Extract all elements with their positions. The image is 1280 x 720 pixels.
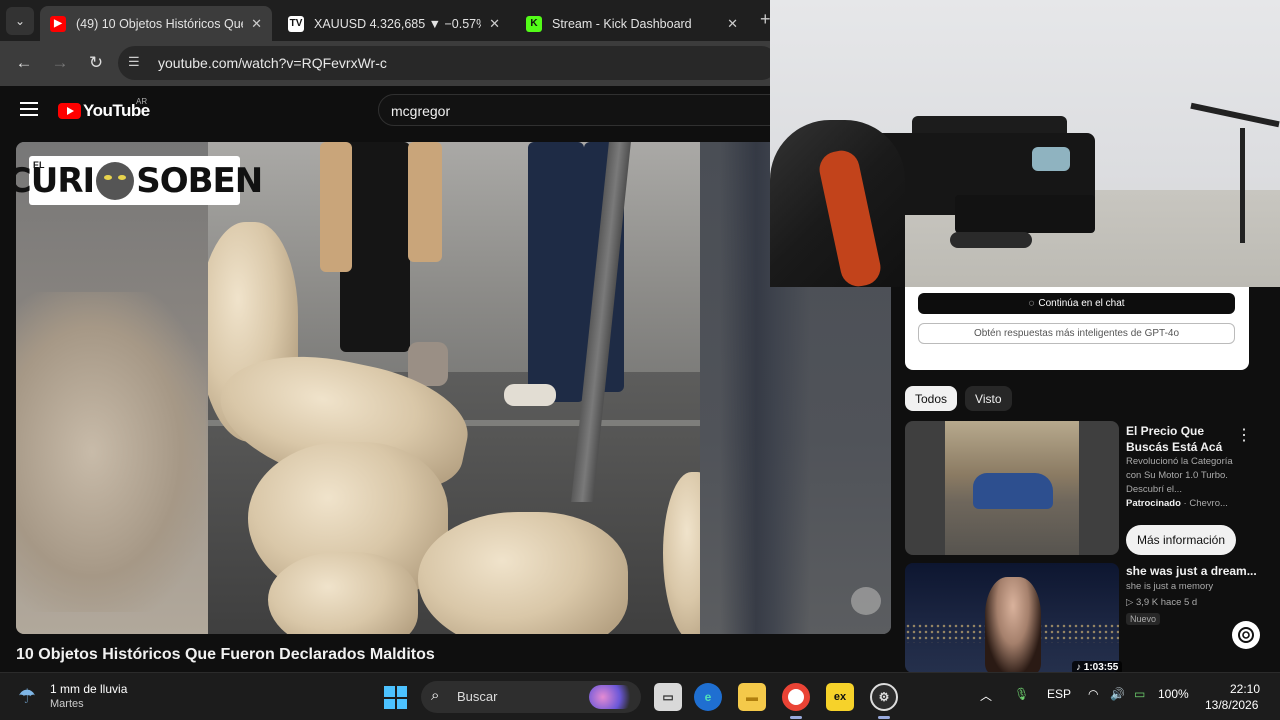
chip-todos[interactable]: Todos: [905, 386, 958, 411]
tab-title: XAUUSD 4.326,685 ▼ −0.57% S: [314, 16, 482, 31]
search-input[interactable]: mcgregor: [378, 94, 778, 126]
chrome-active-indicator: [790, 716, 802, 719]
edge-icon[interactable]: e: [694, 683, 722, 711]
ad-thumbnail[interactable]: [905, 421, 1119, 555]
youtube-play-icon: [58, 103, 81, 119]
microphone-icon[interactable]: 🎙: [1014, 687, 1029, 701]
webcam-overlay: [770, 0, 1280, 287]
chat-bubble-icon: ◌: [1028, 298, 1035, 309]
language-indicator[interactable]: ESP: [1047, 687, 1071, 701]
tab-youtube[interactable]: ▶ (49) 10 Objetos Históricos Que ✕: [40, 6, 272, 41]
continue-chat-button[interactable]: ◌ Continúa en el chat: [918, 293, 1235, 314]
cat-watermark-icon: [851, 587, 881, 615]
car-image: [973, 473, 1053, 509]
youtube-icon: ▶: [50, 15, 66, 32]
tab-title: (49) 10 Objetos Históricos Que: [76, 16, 244, 31]
ad-sponsor-line: Patrocinado · Chevro...: [1126, 498, 1228, 509]
channel-logo-left: CURI: [16, 160, 95, 201]
forward-arrow-icon[interactable]: →: [48, 51, 72, 75]
taskbar-search[interactable]: ⌕ Buscar: [421, 681, 641, 713]
kick-icon: K: [526, 15, 542, 32]
task-view-icon[interactable]: ▭: [654, 683, 682, 711]
chip-visto[interactable]: Visto: [965, 386, 1012, 411]
recommended-title[interactable]: she was just a dream...: [1126, 564, 1257, 578]
gpt-upgrade-label: Obtén respuestas más inteligentes de GPT…: [973, 328, 1180, 339]
tradingview-icon: TV: [288, 15, 304, 32]
search-icon: ⌕: [431, 687, 440, 704]
site-info-icon[interactable]: ☰: [128, 54, 140, 70]
more-options-icon[interactable]: ⋮: [1236, 425, 1252, 445]
new-tab-icon[interactable]: +: [760, 9, 771, 30]
taskbar-search-label: Buscar: [457, 689, 498, 704]
channel-logo: EL CURI SOBEN: [16, 156, 263, 205]
chrome-icon[interactable]: [782, 683, 810, 711]
battery-icon[interactable]: ▭: [1134, 687, 1145, 701]
tab-tradingview[interactable]: TV XAUUSD 4.326,685 ▼ −0.57% S ✕: [278, 6, 510, 41]
ad-title[interactable]: El Precio Que Buscás Está Acá: [1126, 423, 1236, 455]
chatgpt-floating-icon[interactable]: [1232, 621, 1260, 649]
tab-title: Stream - Kick Dashboard: [552, 16, 692, 31]
battery-percent: 100%: [1158, 687, 1189, 701]
url-text[interactable]: youtube.com/watch?v=RQFevrxWr-c: [158, 55, 387, 71]
tab-search-button[interactable]: ⌄: [6, 7, 34, 35]
weather-day: Martes: [50, 698, 84, 710]
more-info-button[interactable]: Más información: [1126, 525, 1236, 555]
channel-logo-el: EL: [33, 160, 45, 170]
search-query[interactable]: mcgregor: [391, 103, 450, 119]
cat-mascot-icon: [96, 161, 135, 200]
clock-date[interactable]: 13/8/2026: [1205, 698, 1258, 712]
volume-icon[interactable]: 🔊: [1110, 687, 1125, 701]
search-highlight-icon: [589, 685, 635, 709]
reload-icon[interactable]: ↻: [84, 51, 108, 75]
ad-description: Revolucionó la Categoría con Su Motor 1.…: [1126, 456, 1233, 495]
menu-icon[interactable]: [20, 102, 38, 116]
video-title: 10 Objetos Históricos Que Fueron Declara…: [16, 646, 435, 663]
steam-active-indicator: [878, 716, 890, 719]
file-explorer-icon[interactable]: ▬: [738, 683, 766, 711]
sponsored-label: Patrocinado: [1126, 498, 1181, 509]
recommended-channel[interactable]: she is just a memory: [1126, 581, 1213, 592]
back-arrow-icon[interactable]: ←: [12, 51, 36, 75]
video-blur-left: [16, 142, 208, 634]
gpt-upgrade-button[interactable]: Obtén respuestas más inteligentes de GPT…: [918, 323, 1235, 344]
video-frame: [208, 142, 700, 634]
close-tab-icon[interactable]: ✕: [251, 16, 262, 32]
windows-start-icon[interactable]: [384, 686, 407, 709]
close-tab-icon[interactable]: ✕: [489, 16, 500, 32]
clock-time[interactable]: 22:10: [1230, 682, 1260, 696]
recommended-thumbnail[interactable]: [905, 563, 1119, 673]
chevron-up-icon[interactable]: ︿: [980, 687, 992, 704]
filter-chips: Todos Visto: [905, 386, 1012, 411]
advertiser-name: · Chevro...: [1183, 498, 1228, 509]
address-bar[interactable]: ☰ youtube.com/watch?v=RQFevrxWr-c: [118, 46, 778, 80]
exness-icon[interactable]: ex: [826, 683, 854, 711]
screen: ⌄ ▶ (49) 10 Objetos Históricos Que ✕ TV …: [0, 0, 1280, 720]
recommended-stats: ▷ 3,9 K hace 5 d: [1126, 597, 1198, 608]
close-tab-icon[interactable]: ✕: [727, 16, 738, 32]
chatgpt-panel: ◌ Continúa en el chat Obtén respuestas m…: [905, 287, 1249, 370]
region-code: AR: [136, 97, 148, 106]
video-player[interactable]: EL CURI SOBEN: [16, 142, 891, 634]
tab-kick[interactable]: K Stream - Kick Dashboard ✕: [516, 6, 748, 41]
rain-umbrella-icon[interactable]: ☂: [18, 684, 36, 709]
windows-taskbar: ☂ 1 mm de lluvia Martes ⌕ Buscar ▭ e ▬ e…: [0, 672, 1280, 720]
new-badge: Nuevo: [1126, 613, 1161, 625]
wifi-icon[interactable]: ◠: [1088, 687, 1098, 701]
steam-icon[interactable]: ⚙: [870, 683, 898, 711]
weather-summary[interactable]: 1 mm de lluvia: [50, 682, 127, 696]
channel-logo-right: SOBEN: [136, 160, 263, 201]
continue-chat-label: Continúa en el chat: [1038, 298, 1125, 309]
